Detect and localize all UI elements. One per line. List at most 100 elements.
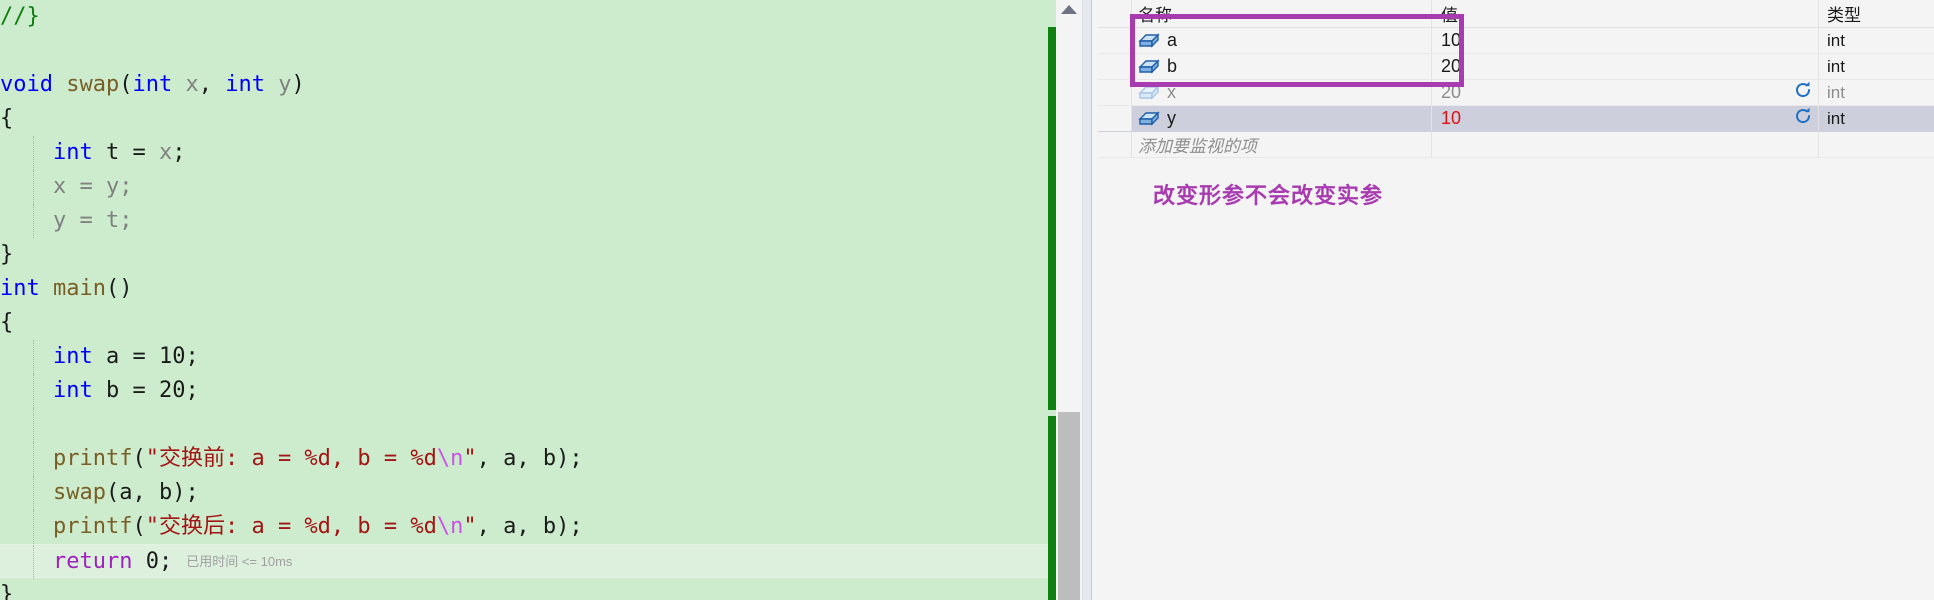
watch-gutter-cell bbox=[1098, 28, 1132, 53]
vertical-scrollbar-thumb[interactable] bbox=[1058, 412, 1080, 600]
watch-value-cell[interactable]: 10 bbox=[1432, 28, 1788, 53]
code-line[interactable]: { bbox=[0, 102, 1056, 136]
column-header-type[interactable]: 类型 bbox=[1818, 0, 1934, 27]
editor-vertical-scrollbar[interactable] bbox=[1056, 0, 1082, 600]
code-text-area[interactable]: //} void swap(int x, int y){ int t = x; x… bbox=[0, 0, 1056, 600]
watch-grid[interactable]: 名称值 类型 a 10 int b 20 int x 20 int y 10 int 添加要监视的项 bbox=[1098, 0, 1934, 158]
code-token: ( bbox=[119, 72, 133, 97]
watch-refresh-cell[interactable] bbox=[1788, 80, 1818, 105]
watch-gutter-cell bbox=[1098, 0, 1132, 27]
code-token: int bbox=[52, 344, 93, 369]
code-token: //} bbox=[0, 4, 40, 29]
watch-add-item-cell[interactable]: 添加要监视的项 bbox=[1132, 132, 1432, 157]
watch-name-cell[interactable]: x bbox=[1132, 80, 1432, 105]
code-token: b bbox=[542, 446, 557, 471]
code-token: a bbox=[119, 480, 133, 505]
column-header-value[interactable]: 值 bbox=[1432, 0, 1788, 27]
code-line[interactable]: printf("交换前: a = %d, b = %d\n", a, b); bbox=[0, 442, 1056, 476]
code-token: b bbox=[542, 514, 557, 539]
watch-refresh-cell[interactable] bbox=[1788, 54, 1818, 79]
code-token: , bbox=[198, 72, 226, 97]
code-token: ( bbox=[105, 480, 120, 505]
watch-refresh-cell bbox=[1788, 0, 1818, 27]
code-line[interactable]: y = t; bbox=[0, 204, 1056, 238]
watch-variable-type: int bbox=[1827, 82, 1845, 102]
code-token: int bbox=[52, 378, 93, 403]
watch-gutter-cell bbox=[1098, 106, 1132, 131]
watch-row[interactable]: y 10 int bbox=[1098, 106, 1934, 132]
variable-cube-icon bbox=[1138, 32, 1160, 49]
watch-variable-type: int bbox=[1827, 108, 1845, 128]
indent-guide bbox=[33, 204, 34, 238]
code-token: " bbox=[463, 446, 477, 471]
code-token: ( bbox=[132, 446, 146, 471]
watch-type-cell[interactable] bbox=[1818, 132, 1934, 157]
watch-type-cell[interactable]: int bbox=[1818, 106, 1934, 131]
debug-screen: //} void swap(int x, int y){ int t = x; x… bbox=[0, 0, 1934, 600]
code-line[interactable]: printf("交换后: a = %d, b = %d\n", a, b); bbox=[0, 510, 1056, 544]
code-token: = bbox=[66, 208, 106, 233]
code-line[interactable]: int b = 20; bbox=[0, 374, 1056, 408]
refresh-icon[interactable] bbox=[1793, 80, 1813, 105]
code-editor-pane[interactable]: //} void swap(int x, int y){ int t = x; x… bbox=[0, 0, 1056, 600]
watch-type-cell[interactable]: int bbox=[1818, 28, 1934, 53]
code-line[interactable]: } bbox=[0, 238, 1056, 272]
code-token: , bbox=[132, 480, 159, 505]
code-token: b = bbox=[92, 378, 159, 403]
code-token: int bbox=[225, 72, 265, 97]
code-token: t bbox=[105, 208, 120, 233]
code-line[interactable]: } bbox=[0, 578, 1056, 600]
watch-refresh-cell bbox=[1788, 132, 1818, 157]
code-line[interactable]: return 0; 已用时间 <= 10ms bbox=[0, 544, 1056, 579]
code-token: { bbox=[0, 106, 14, 131]
code-token: return bbox=[52, 549, 133, 574]
code-line[interactable] bbox=[0, 34, 1056, 68]
code-line[interactable]: { bbox=[0, 306, 1056, 340]
watch-name-cell[interactable]: a bbox=[1132, 28, 1432, 53]
triangle-up-icon[interactable] bbox=[1061, 5, 1077, 14]
watch-value-cell[interactable] bbox=[1432, 132, 1788, 157]
watch-type-cell[interactable]: int bbox=[1818, 80, 1934, 105]
variable-cube-icon bbox=[1138, 110, 1160, 127]
code-line[interactable]: int t = x; bbox=[0, 136, 1056, 170]
watch-type-cell[interactable]: int bbox=[1818, 54, 1934, 79]
code-token: \n bbox=[436, 446, 464, 471]
watch-row[interactable]: x 20 int bbox=[1098, 80, 1934, 106]
watch-value-cell[interactable]: 20 bbox=[1432, 80, 1788, 105]
code-token: ; bbox=[119, 208, 133, 233]
code-token: ); bbox=[172, 480, 199, 505]
code-line[interactable] bbox=[0, 408, 1056, 442]
indent-guide bbox=[33, 374, 34, 408]
watch-header-row: 名称值 类型 bbox=[1098, 0, 1934, 28]
watch-refresh-cell[interactable] bbox=[1788, 106, 1818, 131]
code-token: y bbox=[278, 72, 292, 97]
watch-refresh-cell[interactable] bbox=[1788, 28, 1818, 53]
watch-variable-name: y bbox=[1167, 108, 1176, 128]
watch-row[interactable]: b 20 int bbox=[1098, 54, 1934, 80]
watch-variable-name: a bbox=[1167, 30, 1178, 50]
code-line[interactable]: swap(a, b); bbox=[0, 476, 1056, 510]
watch-add-item-row[interactable]: 添加要监视的项 bbox=[1098, 132, 1934, 158]
watch-name-cell[interactable]: b bbox=[1132, 54, 1432, 79]
watch-row[interactable]: a 10 int bbox=[1098, 28, 1934, 54]
code-line[interactable]: int a = 10; bbox=[0, 340, 1056, 374]
refresh-icon[interactable] bbox=[1793, 106, 1813, 131]
code-line[interactable]: void swap(int x, int y) bbox=[0, 68, 1056, 102]
watch-value-cell[interactable]: 20 bbox=[1432, 54, 1788, 79]
column-header-name[interactable]: 名称 bbox=[1132, 0, 1432, 27]
code-token: , bbox=[476, 514, 504, 539]
code-line[interactable]: //} bbox=[0, 0, 1056, 34]
watch-gutter-cell bbox=[1098, 132, 1132, 157]
watch-panel[interactable]: 名称值 类型 a 10 int b 20 int x 20 int y 10 int 添加要监视的项 改变形… bbox=[1098, 0, 1934, 600]
code-token: = bbox=[66, 174, 106, 199]
code-line[interactable]: x = y; bbox=[0, 170, 1056, 204]
pane-splitter[interactable] bbox=[1082, 0, 1092, 600]
watch-value-cell[interactable]: 10 bbox=[1432, 106, 1788, 131]
code-token: , bbox=[516, 446, 543, 471]
code-line[interactable]: int main() bbox=[0, 272, 1056, 306]
watch-name-cell[interactable]: y bbox=[1132, 106, 1432, 131]
watch-variable-value: 10 bbox=[1441, 30, 1462, 50]
